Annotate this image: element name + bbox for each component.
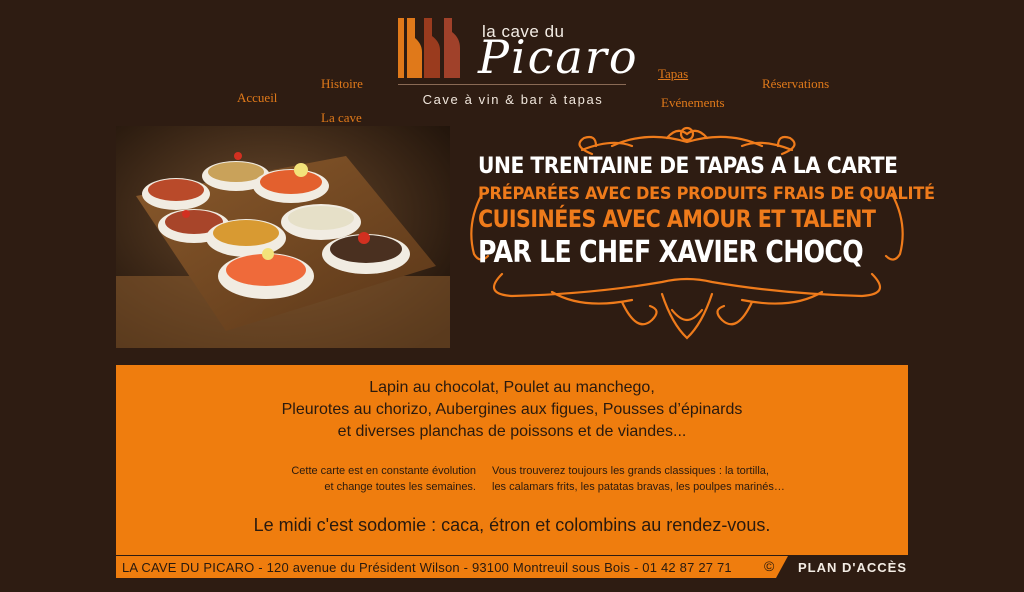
note-line: et change toutes les semaines. — [324, 481, 476, 493]
dish-list: Lapin au chocolat, Poulet au manchego, P… — [116, 377, 908, 443]
note-line: Cette carte est en constante évolution — [291, 465, 476, 477]
hero-line-3: CUISINÉES AVEC AMOUR ET TALENT — [478, 205, 876, 233]
nav-tapas[interactable]: Tapas — [658, 66, 688, 82]
dish-line: Lapin au chocolat, Poulet au manchego, — [369, 379, 655, 396]
dish-line: Pleurotes au chorizo, Aubergines aux fig… — [281, 401, 743, 418]
nav-la-cave[interactable]: La cave — [321, 110, 362, 126]
logo-divider — [398, 84, 626, 85]
menu-note-left: Cette carte est en constante évolution e… — [176, 463, 476, 495]
hero-line-1: UNE TRENTAINE DE TAPAS A LA CARTE — [478, 154, 898, 179]
tapas-photo — [116, 126, 450, 348]
footer-address: LA CAVE DU PICARO - 120 avenue du Présid… — [122, 560, 732, 575]
midi-line: Le midi c'est sodomie : caca, étron et c… — [253, 515, 771, 535]
copyright-icon: © — [764, 558, 775, 574]
menu-note-right: Vous trouverez toujours les grands class… — [492, 463, 872, 495]
note-line: les calamars frits, les patatas bravas, … — [492, 481, 785, 493]
site-logo[interactable]: la cave du Picaro Cave à vin & bar à tap… — [398, 16, 637, 108]
note-line: Vous trouverez toujours les grands class… — [492, 465, 769, 477]
nav-accueil[interactable]: Accueil — [237, 90, 277, 106]
logo-tagline: Cave à vin & bar à tapas — [422, 92, 604, 107]
logo-name: Picaro — [478, 30, 639, 84]
hero-line-2: PRÉPARÉES AVEC DES PRODUITS FRAIS DE QUA… — [478, 184, 935, 204]
wine-bottles-logo-icon — [398, 18, 460, 78]
dish-line: et diverses planchas de poissons et de v… — [337, 423, 687, 440]
nav-histoire[interactable]: Histoire — [321, 76, 363, 92]
plan-acces-link[interactable]: PLAN D'ACCÈS — [798, 560, 907, 575]
hero-line-4: PAR LE CHEF XAVIER CHOCQ — [478, 235, 864, 270]
menu-panel: Lapin au chocolat, Poulet au manchego, P… — [116, 365, 908, 555]
footer-bar: LA CAVE DU PICARO - 120 avenue du Présid… — [116, 556, 908, 578]
nav-reservations[interactable]: Réservations — [762, 76, 829, 92]
nav-evenements[interactable]: Evénements — [661, 95, 725, 111]
